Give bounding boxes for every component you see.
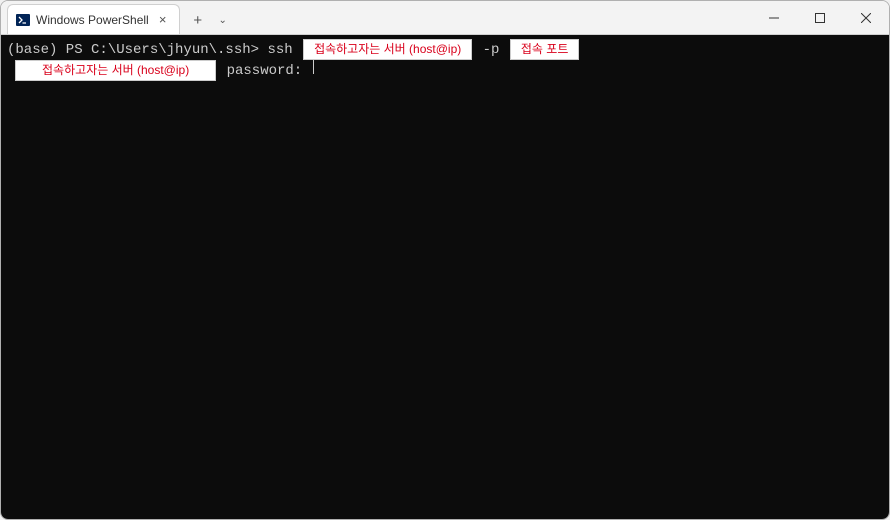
tab-title: Windows PowerShell — [36, 13, 149, 27]
powershell-window: Windows PowerShell × + ⌄ (base) PS C:\Us… — [0, 0, 890, 520]
annotation-server-host-2: 접속하고자는 서버 (host@ip) — [15, 60, 216, 81]
title-bar: Windows PowerShell × + ⌄ — [1, 1, 889, 35]
terminal-output[interactable]: (base) PS C:\Users\jhyun\.ssh> ssh 접속하고자… — [1, 35, 889, 519]
terminal-line-2: 접속하고자는 서버 (host@ip) password: — [7, 60, 883, 81]
window-controls — [751, 1, 889, 34]
new-tab-button[interactable]: + — [184, 6, 212, 34]
prompt-text: (base) PS C:\Users\jhyun\.ssh> — [7, 42, 267, 59]
tab-dropdown-button[interactable]: ⌄ — [212, 6, 234, 34]
maximize-button[interactable] — [797, 1, 843, 34]
terminal-line-1: (base) PS C:\Users\jhyun\.ssh> ssh 접속하고자… — [7, 39, 883, 60]
annotation-port: 접속 포트 — [510, 39, 580, 60]
tabs-area: Windows PowerShell × + ⌄ — [1, 1, 751, 34]
minimize-button[interactable] — [751, 1, 797, 34]
powershell-icon — [16, 13, 30, 27]
tab-close-button[interactable]: × — [155, 12, 171, 28]
ssh-port-flag: -p — [474, 42, 508, 59]
close-button[interactable] — [843, 1, 889, 34]
tab-powershell[interactable]: Windows PowerShell × — [7, 4, 180, 34]
ssh-command: ssh — [267, 42, 301, 59]
password-prompt: password: — [218, 63, 310, 80]
annotation-server-host: 접속하고자는 서버 (host@ip) — [303, 39, 472, 60]
terminal-cursor — [313, 60, 314, 74]
